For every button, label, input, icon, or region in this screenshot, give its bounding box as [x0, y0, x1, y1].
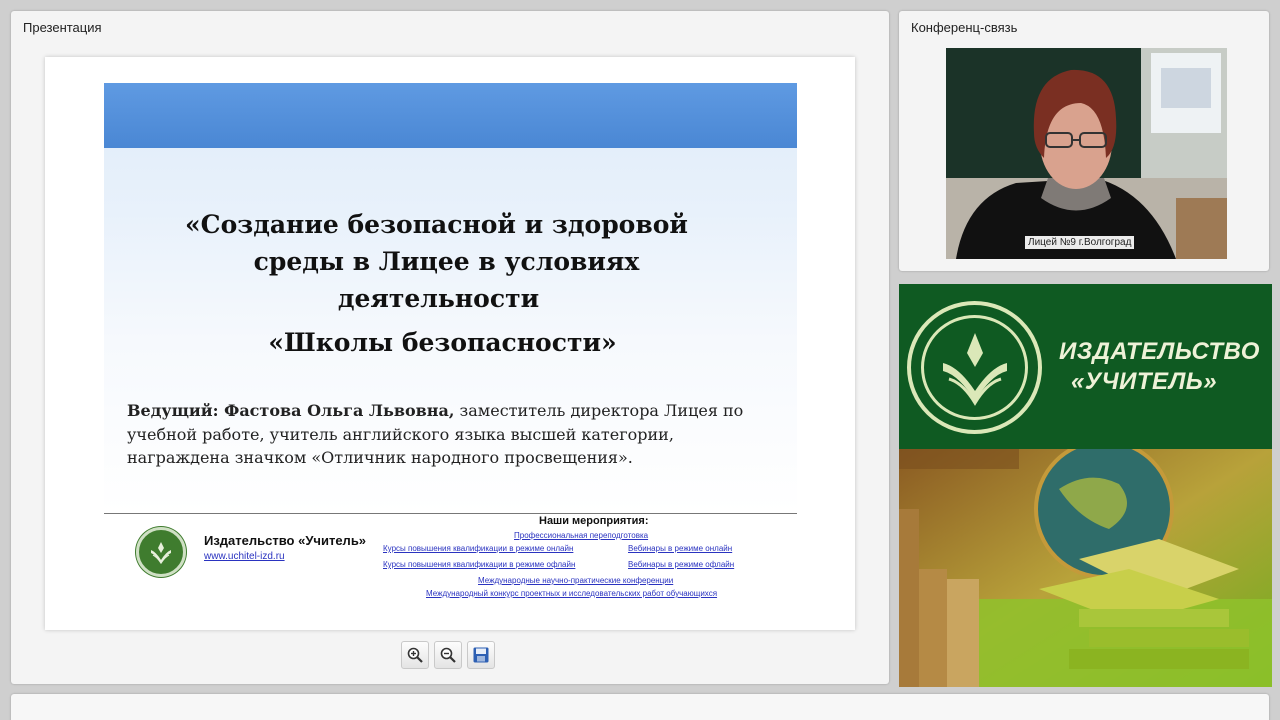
- bottom-panel: [11, 694, 1269, 720]
- slide-title-line: среды в Лицее в условиях: [253, 247, 640, 276]
- save-icon: [473, 647, 489, 663]
- event-link[interactable]: Международные научно-практические конфер…: [478, 576, 673, 585]
- conference-panel-title: Конференц-связь: [911, 20, 1018, 35]
- book-logo-icon: [151, 542, 171, 565]
- event-link[interactable]: Курсы повышения квалификации в режиме оф…: [383, 560, 575, 569]
- conference-panel: Конференц-связь Лицей №9 г.Волгоград: [899, 11, 1269, 271]
- zoom-in-icon: [407, 647, 423, 663]
- event-link[interactable]: Вебинары в режиме онлайн: [628, 544, 732, 553]
- publisher-name: Издательство «Учитель»: [204, 533, 367, 548]
- slide-footer-divider: [104, 513, 797, 514]
- banner-image: [899, 439, 1272, 687]
- presenter-label: Ведущий: Фастова Ольга Львовна,: [127, 401, 455, 420]
- save-button[interactable]: [467, 641, 495, 669]
- zoom-out-button[interactable]: [434, 641, 462, 669]
- slide-header-band: [104, 83, 797, 148]
- video-participant-label: Лицей №9 г.Волгоград: [1025, 236, 1135, 249]
- video-feed[interactable]: Лицей №9 г.Волгоград: [946, 48, 1227, 259]
- slide-content-area: «Создание безопасной и здоровой среды в …: [104, 83, 797, 513]
- event-link[interactable]: Вебинары в режиме офлайн: [628, 560, 734, 569]
- slide-title-line: деятельности: [337, 284, 540, 313]
- event-link[interactable]: Профессиональная переподготовка: [514, 531, 648, 540]
- slide-presenter-info: Ведущий: Фастова Ольга Львовна, заместит…: [127, 399, 777, 470]
- event-link[interactable]: Международный конкурс проектных и исслед…: [426, 589, 717, 598]
- banner-logo: [907, 301, 1042, 434]
- slide-title-line: «Создание безопасной и здоровой: [185, 210, 688, 239]
- presentation-slide: «Создание безопасной и здоровой среды в …: [45, 57, 855, 630]
- publisher-url-link[interactable]: www.uchitel-izd.ru: [204, 551, 285, 562]
- event-link[interactable]: Курсы повышения квалификации в режиме он…: [383, 544, 573, 553]
- publisher-logo: [136, 527, 186, 577]
- zoom-out-icon: [440, 647, 456, 663]
- slide-title-line: «Школы безопасности»: [268, 328, 617, 357]
- events-title: Наши мероприятия:: [539, 515, 649, 527]
- presentation-panel: Презентация «Создание безопасной и здоро…: [11, 11, 889, 684]
- banner-title-line1: ИЗДАТЕЛЬСТВО: [1059, 338, 1260, 365]
- book-logo-icon: [943, 333, 1007, 406]
- publisher-banner[interactable]: ИЗДАТЕЛЬСТВО «УЧИТЕЛЬ»: [899, 284, 1272, 687]
- presentation-panel-title: Презентация: [23, 20, 102, 35]
- books-globe-image: [899, 439, 1272, 687]
- webcam-image: [946, 48, 1227, 259]
- zoom-in-button[interactable]: [401, 641, 429, 669]
- banner-header: ИЗДАТЕЛЬСТВО «УЧИТЕЛЬ»: [899, 284, 1272, 449]
- banner-title-line2: «УЧИТЕЛЬ»: [1071, 368, 1218, 395]
